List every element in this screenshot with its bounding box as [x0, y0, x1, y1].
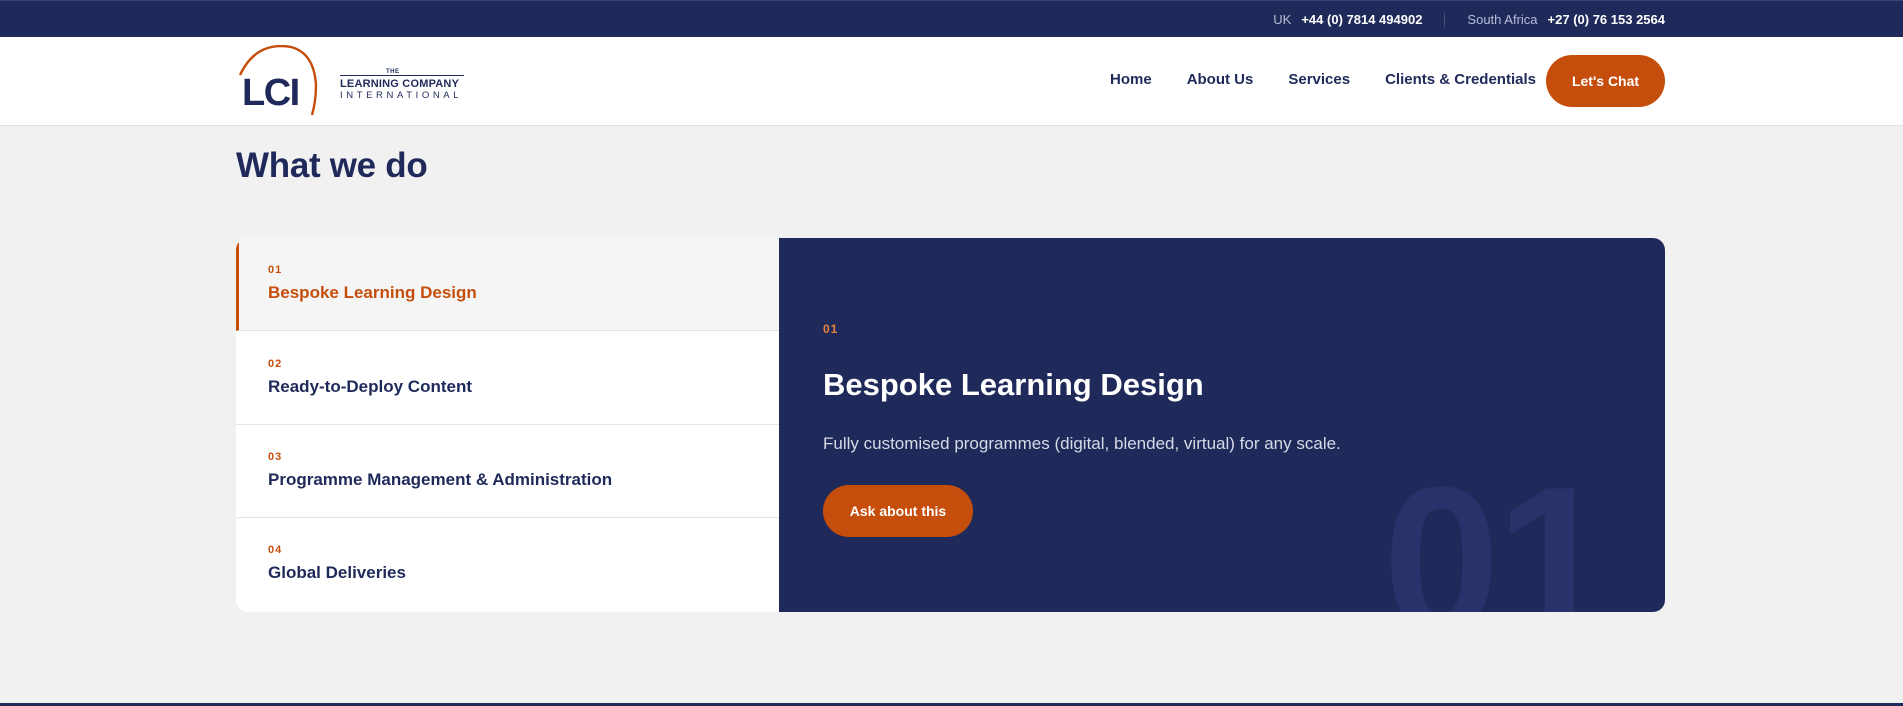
- service-tab-3[interactable]: 03 Programme Management & Administration: [236, 425, 779, 518]
- services-tab-list: 01 Bespoke Learning Design 02 Ready-to-D…: [236, 238, 779, 612]
- nav-services[interactable]: Services: [1288, 71, 1350, 88]
- logo-wordmark: THE LEARNING COMPANY INTERNATIONAL: [340, 69, 464, 101]
- service-tab-number: 01: [268, 264, 283, 276]
- logo-mark-text: LCI: [242, 72, 299, 114]
- nav-clients-credentials[interactable]: Clients & Credentials: [1385, 71, 1536, 88]
- nav-about-us[interactable]: About Us: [1187, 71, 1254, 88]
- logo-line-2: INTERNATIONAL: [340, 90, 463, 101]
- service-tab-number: 03: [268, 451, 283, 463]
- panel-number: 01: [823, 322, 839, 336]
- logo-rule: [340, 75, 464, 76]
- service-tab-label: Global Deliveries: [268, 563, 406, 582]
- uk-phone-link[interactable]: +44 (0) 7814 494902: [1301, 12, 1422, 27]
- service-tab-label: Programme Management & Administration: [268, 470, 613, 489]
- ask-about-this-button[interactable]: Ask about this: [823, 485, 973, 537]
- site-header: LCI THE LEARNING COMPANY INTERNATIONAL H…: [0, 37, 1903, 126]
- south-africa-region-label: South Africa: [1467, 12, 1538, 27]
- service-detail-panel: 01 01 Bespoke Learning Design Fully cust…: [779, 238, 1665, 612]
- south-africa-phone-link[interactable]: +27 (0) 76 153 2564: [1548, 12, 1665, 27]
- service-tab-number: 04: [268, 544, 283, 556]
- contact-numbers: UK +44 (0) 7814 494902 South Africa +27 …: [1273, 12, 1665, 27]
- service-tab-2[interactable]: 02 Ready-to-Deploy Content: [236, 332, 779, 425]
- service-tab-number: 02: [268, 358, 283, 370]
- logo-line-1: LEARNING COMPANY: [340, 78, 460, 90]
- nav-home[interactable]: Home: [1110, 71, 1152, 88]
- top-contact-bar: UK +44 (0) 7814 494902 South Africa +27 …: [0, 0, 1903, 37]
- lci-logo-mark-icon: LCI: [238, 45, 318, 116]
- panel-title: Bespoke Learning Design: [823, 367, 1204, 402]
- panel-watermark-number: 01: [1383, 443, 1613, 613]
- uk-region-label: UK: [1273, 12, 1292, 27]
- contact-divider: [1444, 12, 1446, 27]
- lci-logo[interactable]: LCI THE LEARNING COMPANY INTERNATIONAL: [236, 45, 476, 119]
- section-title: What we do: [236, 146, 428, 185]
- service-tab-label: Bespoke Learning Design: [268, 283, 477, 302]
- lets-chat-button[interactable]: Let's Chat: [1546, 55, 1665, 107]
- service-tab-1[interactable]: 01 Bespoke Learning Design: [236, 238, 779, 331]
- service-tab-4[interactable]: 04 Global Deliveries: [236, 518, 779, 611]
- services-card: 01 Bespoke Learning Design 02 Ready-to-D…: [236, 238, 1665, 612]
- service-tab-label: Ready-to-Deploy Content: [268, 377, 472, 396]
- panel-description: Fully customised programmes (digital, bl…: [823, 434, 1341, 453]
- main-nav: Home About Us Services Clients & Credent…: [1110, 71, 1571, 88]
